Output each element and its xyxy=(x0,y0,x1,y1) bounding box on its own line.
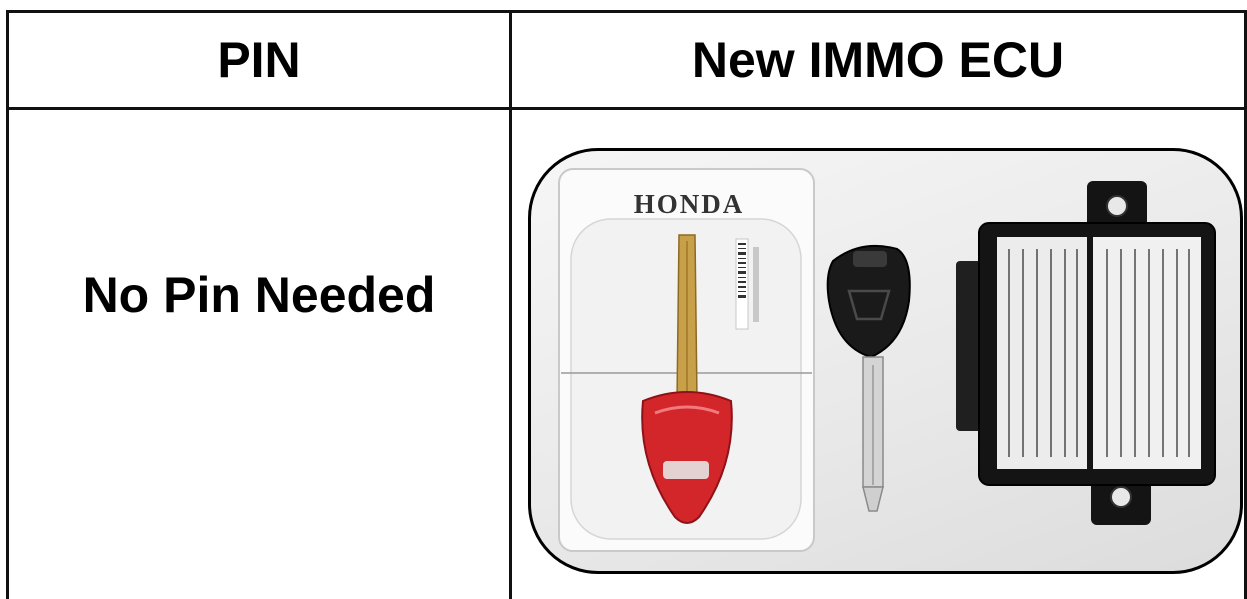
header-pin: PIN xyxy=(217,32,301,88)
immobilizer-ecu-module-icon xyxy=(956,181,1216,525)
black-transponder-key-icon xyxy=(826,244,911,512)
immo-ecu-photo: HONDA xyxy=(528,148,1243,574)
honda-brand-text: HONDA xyxy=(634,189,745,219)
pin-immo-table: PIN New IMMO ECU No Pin Needed HONDA xyxy=(0,0,1247,599)
key-blister-pack-icon: HONDA xyxy=(558,168,815,552)
header-new-immo-ecu: New IMMO ECU xyxy=(691,32,1065,88)
pin-cell-value: No Pin Needed xyxy=(82,267,436,323)
